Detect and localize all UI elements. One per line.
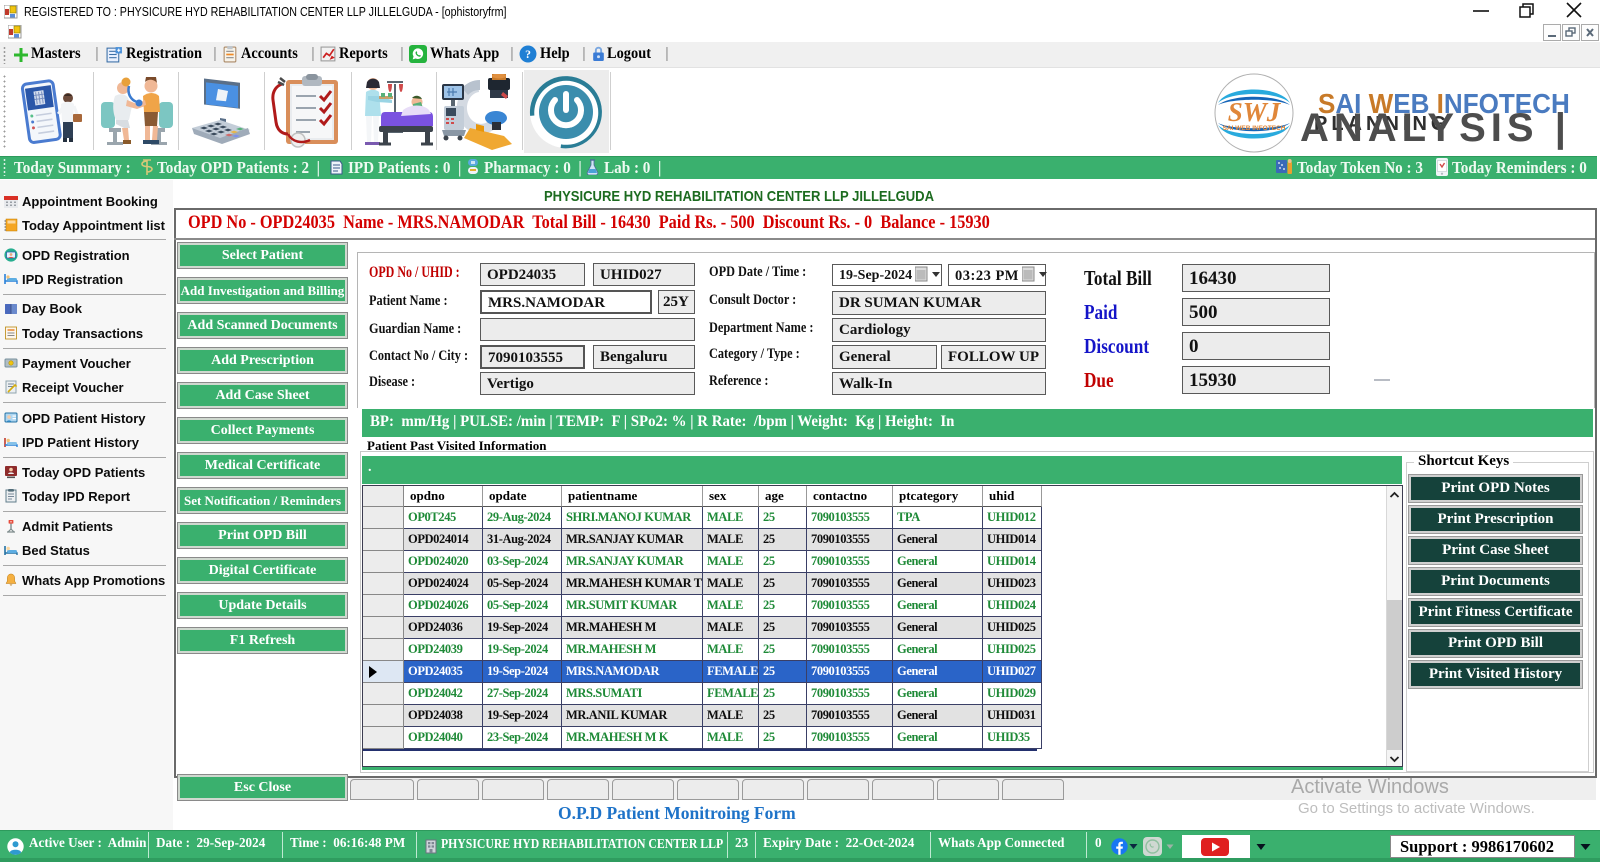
svg-text:?: ?: [525, 48, 531, 61]
svg-text:SAI WEB INFOTECH: SAI WEB INFOTECH: [1223, 125, 1286, 132]
svg-text:SWJ: SWJ: [1228, 97, 1282, 127]
